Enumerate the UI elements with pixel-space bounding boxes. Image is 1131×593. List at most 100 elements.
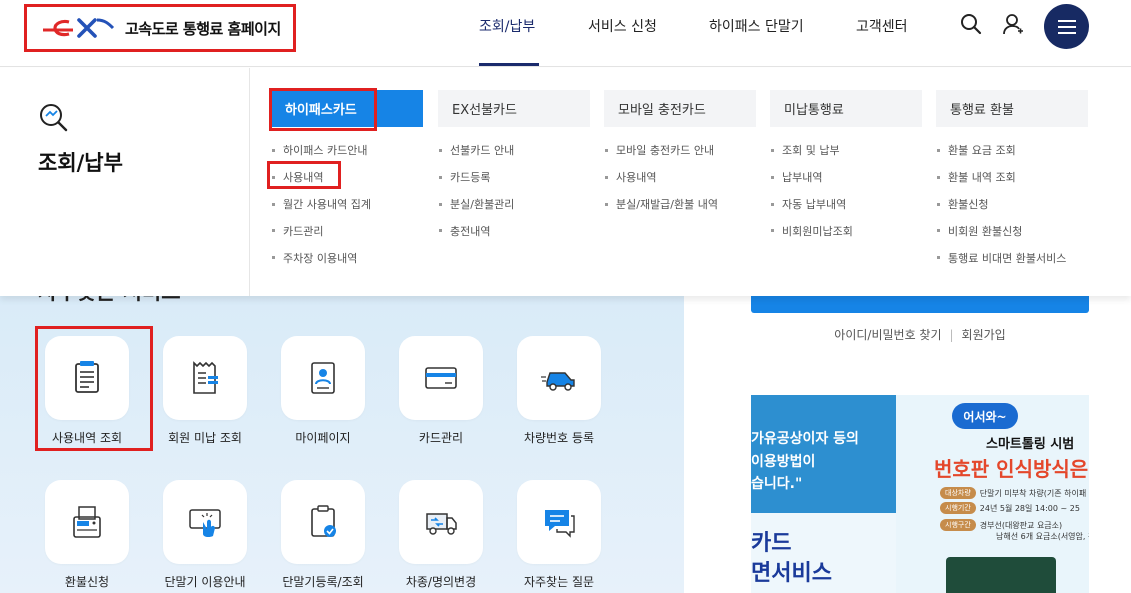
- service-faq-button[interactable]: [517, 480, 601, 564]
- service-vehicle-owner-change-button[interactable]: [399, 480, 483, 564]
- banner-slide-left: 가유공상이자 등의 이용방법이 습니다." 카드 면서비스: [751, 395, 896, 593]
- banner-info-row: 대상차량 단말기 미부착 차량(기존 하이패: [940, 487, 1086, 499]
- menu-item[interactable]: 모바일 충전카드 안내: [604, 137, 756, 164]
- hamburger-menu-button[interactable]: [1044, 4, 1089, 49]
- service-label: 자주찾는 질문: [523, 575, 595, 589]
- menu-item[interactable]: 환불신청: [936, 191, 1088, 218]
- menu-item[interactable]: 조회 및 납부: [770, 137, 922, 164]
- truck-icon: [426, 513, 457, 535]
- profile-card-icon: [311, 362, 335, 394]
- service-label: 단말기등록/조회: [282, 575, 364, 589]
- menu-column-title[interactable]: 미납통행료: [770, 90, 922, 127]
- service-label: 차량번호 등록: [523, 431, 595, 445]
- service-mypage-button[interactable]: [281, 336, 365, 420]
- menu-item[interactable]: 주차장 이용내역: [271, 244, 423, 271]
- banner-bottom: 카드 면서비스: [751, 513, 896, 593]
- menu-item[interactable]: 비회원 환불신청: [936, 217, 1088, 244]
- menu-item[interactable]: 통행료 비대면 환불서비스: [936, 244, 1088, 271]
- service-label: 단말기 이용안내: [164, 575, 246, 589]
- service-label: 카드관리: [418, 431, 464, 445]
- banner-headline: 번호판 인식방식은: [934, 457, 1089, 481]
- service-label: 회원 미납 조회: [168, 431, 242, 445]
- document-list-icon: [75, 361, 99, 393]
- banner-info-row: 남해선 6개 요금소(서영암, 강진무위사: [996, 532, 1089, 541]
- service-usage-history-button[interactable]: [45, 336, 129, 420]
- banner-info-row: 시행구간 경부선(대왕판교 요금소): [940, 519, 1062, 531]
- find-id-password-link[interactable]: 아이디/비밀번호 찾기: [834, 328, 941, 342]
- menu-item[interactable]: 카드관리: [271, 217, 423, 244]
- touch-device-icon: [189, 509, 221, 538]
- menu-column-title[interactable]: 하이패스카드: [271, 90, 423, 127]
- menu-item[interactable]: 비회원미납조회: [770, 217, 922, 244]
- service-member-unpaid-button[interactable]: [163, 336, 247, 420]
- menu-item[interactable]: 월간 사용내역 집계: [271, 191, 423, 218]
- menu-item[interactable]: 분실/재발급/환불 내역: [604, 191, 756, 218]
- chat-icon: [545, 510, 575, 538]
- nav-item-hipass-device[interactable]: 하이패스 단말기: [709, 16, 804, 36]
- menu-item[interactable]: 납부내역: [770, 164, 922, 191]
- banner-bottom-text: 면서비스: [751, 561, 832, 586]
- menu-item[interactable]: 환불 요금 조회: [936, 137, 1088, 164]
- service-device-register-button[interactable]: [281, 480, 365, 564]
- nav-item-service-apply[interactable]: 서비스 신청: [588, 16, 657, 36]
- banner-illustration: [946, 557, 1056, 593]
- menu-item[interactable]: 카드등록: [438, 164, 590, 191]
- service-device-guide-button[interactable]: [163, 480, 247, 564]
- service-vehicle-register-button[interactable]: [517, 336, 601, 420]
- menu-column-title[interactable]: 통행료 환불: [936, 90, 1088, 127]
- menu-column-title[interactable]: 모바일 충전카드: [604, 90, 756, 127]
- service-label: 환불신청: [64, 575, 110, 589]
- menu-column-title[interactable]: EX선불카드: [438, 90, 590, 127]
- menu-item[interactable]: 선불카드 안내: [438, 137, 590, 164]
- account-links: 아이디/비밀번호 찾기 | 회원가입: [834, 328, 1006, 342]
- nav-item-customer-center[interactable]: 고객센터: [856, 16, 908, 36]
- site-header: 고속도로 통행료 홈페이지 조회/납부 서비스 신청 하이패스 단말기 고객센터: [0, 0, 1131, 67]
- hamburger-menu-icon: [1057, 19, 1076, 34]
- menu-item[interactable]: 충전내역: [438, 217, 590, 244]
- signup-link[interactable]: 회원가입: [962, 328, 1006, 342]
- menu-item[interactable]: 자동 납부내역: [770, 191, 922, 218]
- banner-info-row: 시행기간 24년 5월 28일 14:00 ~ 25: [940, 502, 1080, 514]
- clipboard-check-icon: [311, 505, 336, 537]
- service-label: 차종/명의변경: [405, 575, 477, 589]
- user-icon[interactable]: [1001, 12, 1025, 36]
- nav-item-inquiry-payment[interactable]: 조회/납부: [479, 16, 535, 36]
- service-label: 마이페이지: [295, 431, 351, 445]
- refund-machine-icon: [73, 506, 101, 538]
- promo-banner[interactable]: 가유공상이자 등의 이용방법이 습니다." 카드 면서비스 어서와~ 스마트톨링…: [751, 395, 1089, 593]
- search-chart-icon: [40, 104, 68, 132]
- quick-services-title: 자주찾는 서비스: [38, 296, 181, 306]
- menu-item-usage-history[interactable]: 사용내역: [271, 164, 423, 191]
- login-button[interactable]: [751, 296, 1089, 313]
- menu-column-unpaid-toll: 미납통행료 조회 및 납부 납부내역 자동 납부내역 비회원미납조회: [770, 90, 922, 244]
- service-label: 사용내역 조회: [51, 431, 123, 445]
- menu-item[interactable]: 분실/환불관리: [438, 191, 590, 218]
- site-logo-text: 고속도로 통행료 홈페이지: [125, 19, 281, 38]
- menu-column-toll-refund: 통행료 환불 환불 요금 조회 환불 내역 조회 환불신청 비회원 환불신청 통…: [936, 90, 1088, 271]
- menu-column-hipass-card: 하이패스카드 하이패스 카드안내 사용내역 월간 사용내역 집계 카드관리 주차…: [271, 90, 423, 271]
- banner-text: 가유공상이자 등의: [751, 431, 859, 447]
- ex-logo-icon: [43, 18, 115, 38]
- mega-menu-dropdown: 조회/납부 하이패스카드 하이패스 카드안내 사용내역 월간 사용내역 집계 카…: [0, 68, 1131, 296]
- banner-bottom-text: 카드: [751, 531, 792, 556]
- nav-active-underline: [479, 63, 539, 66]
- search-icon[interactable]: [959, 12, 983, 36]
- menu-column-ex-prepaid-card: EX선불카드 선불카드 안내 카드등록 분실/환불관리 충전내역: [438, 90, 590, 244]
- menu-item[interactable]: 환불 내역 조회: [936, 164, 1088, 191]
- service-refund-apply-button[interactable]: [45, 480, 129, 564]
- banner-text: 이용방법이: [751, 454, 816, 470]
- service-card-manage-button[interactable]: [399, 336, 483, 420]
- mega-menu-section-title: 조회/납부: [38, 151, 123, 175]
- banner-bubble: 어서와~: [952, 403, 1018, 429]
- car-icon: [541, 372, 575, 391]
- menu-column-mobile-card: 모바일 충전카드 모바일 충전카드 안내 사용내역 분실/재발급/환불 내역: [604, 90, 756, 217]
- receipt-icon: [193, 361, 218, 394]
- site-logo[interactable]: 고속도로 통행료 홈페이지: [24, 4, 296, 52]
- banner-slide-right: 어서와~ 스마트톨링 시범 번호판 인식방식은 대상차량 단말기 미부착 차량(기…: [896, 395, 1089, 593]
- menu-item[interactable]: 사용내역: [604, 164, 756, 191]
- quick-services-panel: 자주찾는 서비스 사용내역 조회 회원 미납 조회: [0, 296, 684, 593]
- credit-card-icon: [425, 367, 457, 389]
- banner-title: 스마트톨링 시범: [986, 437, 1075, 452]
- menu-item[interactable]: 하이패스 카드안내: [271, 137, 423, 164]
- mega-menu-side: 조회/납부: [0, 68, 250, 296]
